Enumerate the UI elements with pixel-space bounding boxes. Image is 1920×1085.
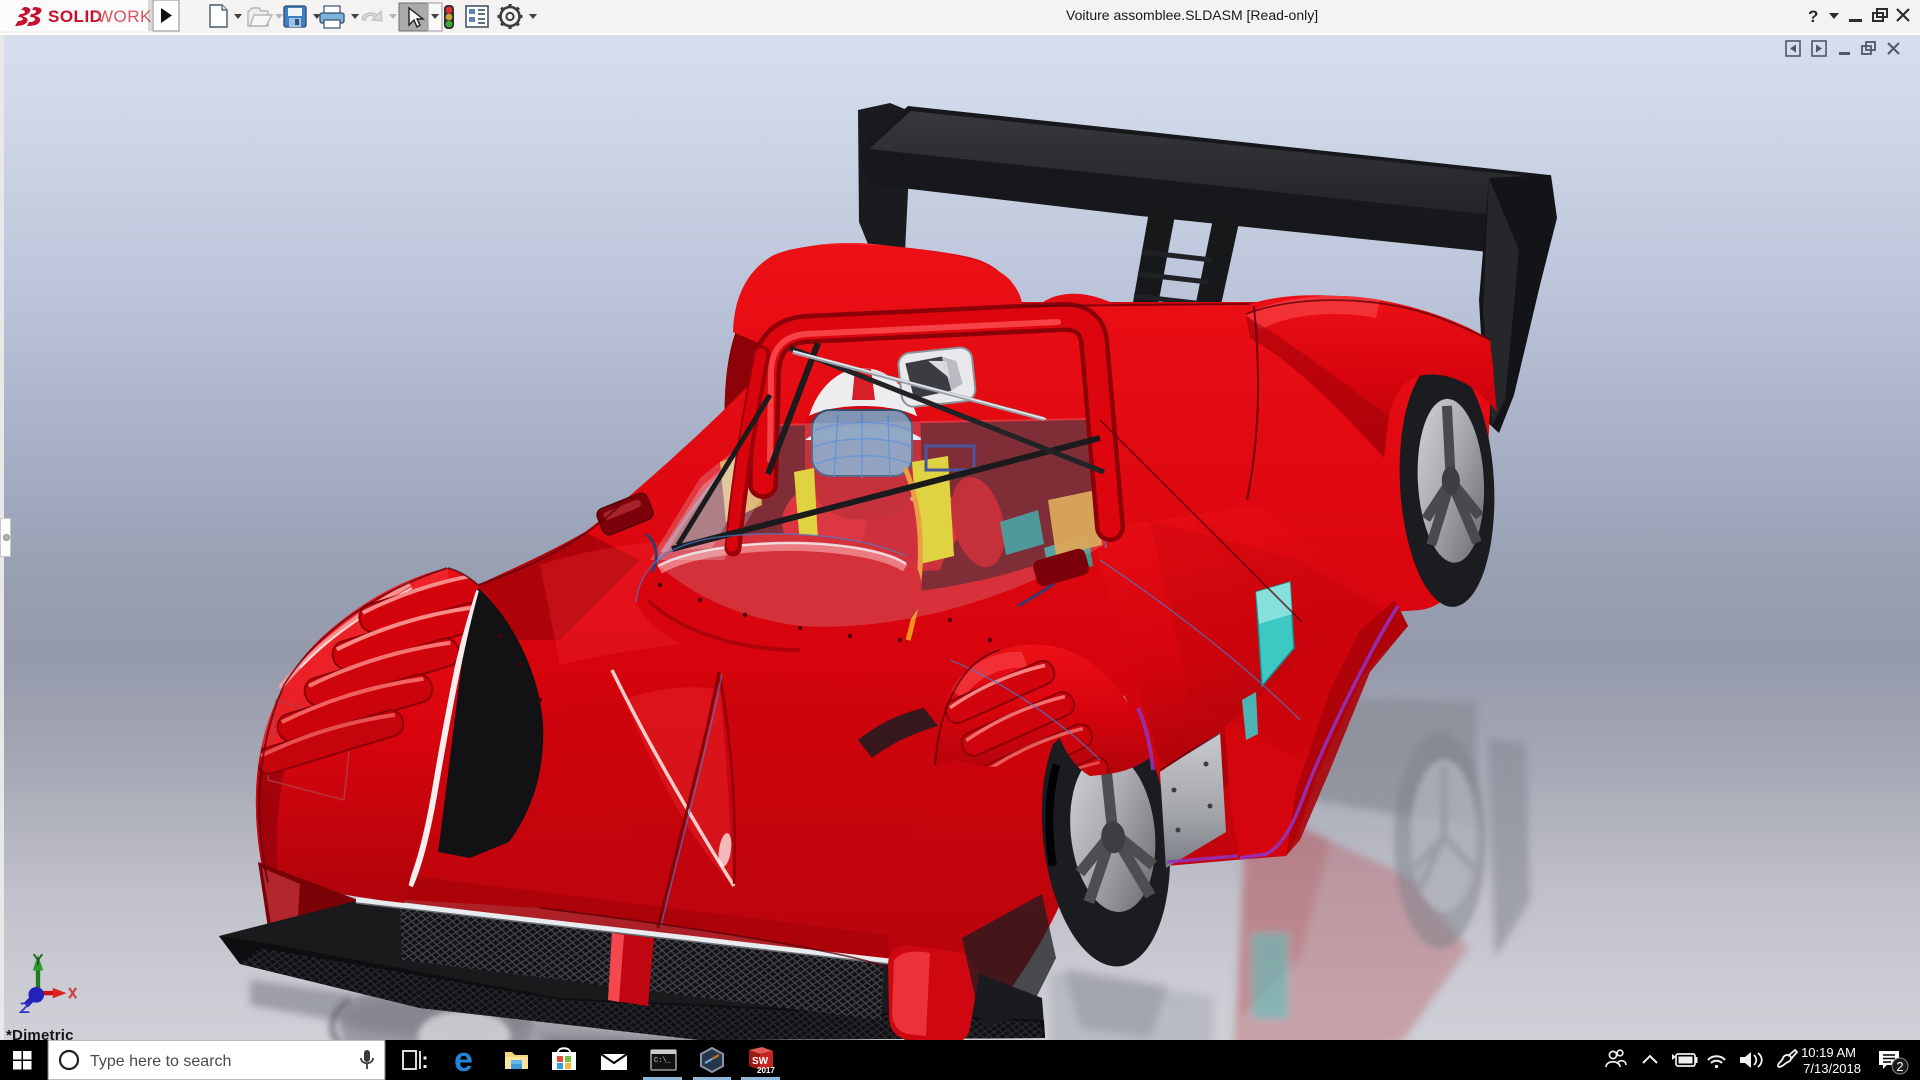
- svg-text:Type here to search: Type here to search: [90, 1053, 231, 1070]
- svg-text:?: ?: [1808, 7, 1818, 26]
- svg-text:e: e: [454, 1041, 473, 1079]
- svg-text:Voiture assomblee.SLDASM [Read: Voiture assomblee.SLDASM [Read-only]: [1066, 7, 1318, 23]
- svg-text:SOLID: SOLID: [48, 7, 102, 26]
- svg-text:10:19 AM: 10:19 AM: [1801, 1045, 1856, 1060]
- svg-text:C:\_: C:\_: [654, 1057, 672, 1065]
- svg-text:2: 2: [1896, 1059, 1903, 1074]
- svg-text:2017: 2017: [757, 1066, 775, 1075]
- svg-text:7/13/2018: 7/13/2018: [1803, 1061, 1861, 1076]
